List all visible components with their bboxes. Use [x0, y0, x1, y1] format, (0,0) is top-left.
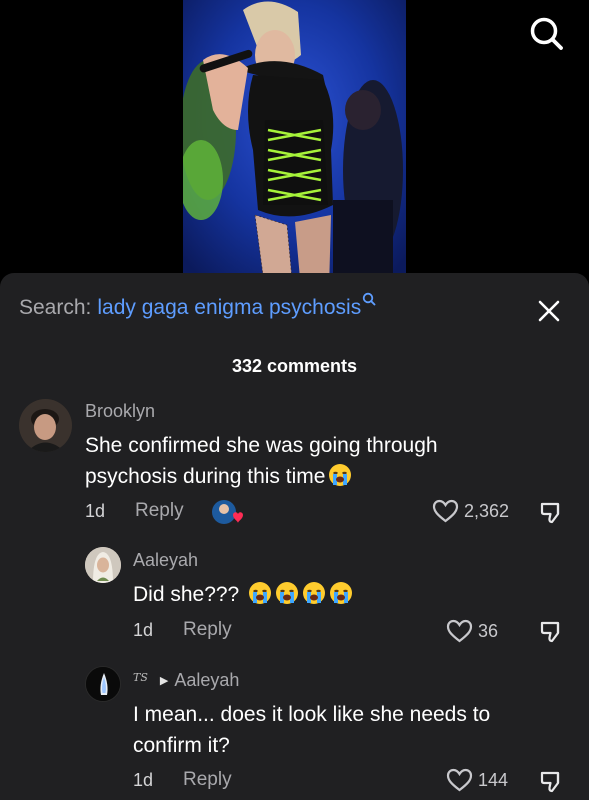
search-suggestion[interactable]: Search: lady gaga enigma psychosis	[19, 292, 376, 326]
avatar[interactable]	[85, 547, 121, 583]
dislike-icon	[540, 621, 560, 643]
dislike-button[interactable]	[539, 619, 565, 645]
avatar[interactable]	[85, 666, 121, 702]
comment-username[interactable]: Aaleyah	[133, 550, 198, 571]
like-button[interactable]: 2,362	[432, 499, 509, 523]
comment-body: Did she???	[133, 583, 240, 606]
comment-body: She confirmed she was going through psyc…	[85, 434, 438, 488]
reply-button[interactable]: Reply	[135, 500, 184, 522]
like-button[interactable]: 144	[446, 768, 508, 792]
dislike-button[interactable]	[539, 769, 565, 795]
avatar[interactable]	[19, 399, 72, 452]
crying-emoji	[249, 582, 272, 604]
comment-time: 1d	[133, 620, 154, 640]
dislike-icon	[540, 771, 560, 793]
crying-emoji	[276, 582, 299, 604]
search-prefix: Search:	[19, 296, 92, 319]
heart-icon	[446, 768, 473, 792]
dislike-icon	[540, 502, 560, 524]
crying-emoji	[303, 582, 326, 604]
heart-icon	[446, 619, 473, 643]
like-button[interactable]: 36	[446, 619, 498, 643]
crying-emoji	[329, 464, 352, 486]
search-button[interactable]	[527, 14, 567, 54]
dislike-button[interactable]	[539, 500, 565, 526]
like-count: 2,362	[464, 500, 510, 521]
avatar-image	[19, 399, 72, 452]
reply-button[interactable]: Reply	[183, 619, 232, 641]
video-frame[interactable]	[183, 0, 406, 290]
close-icon	[538, 300, 560, 322]
crying-emoji	[330, 582, 353, 604]
username-mark: TS	[133, 671, 148, 684]
video-still-image	[183, 0, 406, 290]
comment-text: She confirmed she was going through psyc…	[85, 430, 535, 492]
video-player[interactable]	[0, 0, 589, 290]
search-term-link[interactable]: lady gaga enigma psychosis	[97, 296, 361, 320]
like-count: 36	[478, 620, 499, 641]
avatar-image	[85, 547, 121, 583]
comment-count: 332 comments	[231, 356, 358, 376]
like-count: 144	[478, 769, 509, 790]
comment-time: 1d	[85, 501, 106, 521]
heart-icon	[432, 499, 459, 523]
search-icon	[530, 17, 563, 50]
reply-to-username: Aaleyah	[174, 670, 240, 690]
creator-liked-badge	[212, 500, 243, 524]
reply-arrow-icon: ▶	[159, 675, 169, 687]
comment-time: 1d	[133, 770, 154, 790]
comment-username[interactable]: TS ▶ Aaleyah	[133, 670, 239, 691]
comment-text: I mean... does it look like she needs to…	[133, 703, 491, 757]
close-comments-button[interactable]	[536, 298, 562, 324]
search-icon	[363, 292, 376, 306]
reply-button[interactable]: Reply	[183, 769, 232, 791]
comment-text: Did she???	[133, 579, 533, 610]
comment-username[interactable]: Brooklyn	[85, 401, 155, 422]
